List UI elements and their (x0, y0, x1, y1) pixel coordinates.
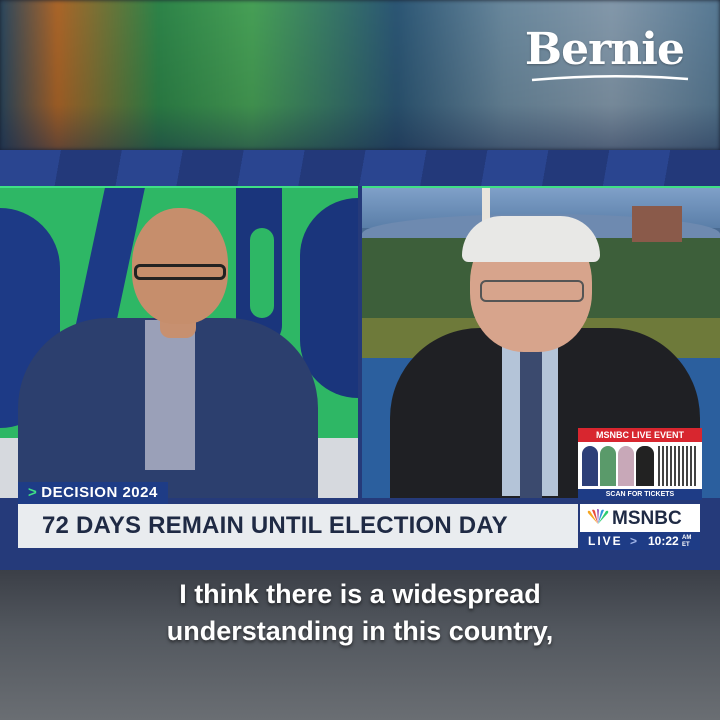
live-strip: LIVE > 10:22 AM ET (580, 532, 700, 550)
bernie-logo-swoosh (531, 74, 689, 82)
msnbc-logo: MSNBC (612, 508, 682, 529)
caption-line-1: I think there is a widespread (179, 579, 541, 609)
live-timezone: AM ET (682, 535, 692, 548)
ad-person-1 (582, 446, 598, 486)
live-time: 10:22 (648, 534, 679, 548)
qr-code-icon[interactable] (658, 446, 698, 486)
subtitle-caption: I think there is a widespread understand… (0, 576, 720, 650)
left-video-panel (0, 186, 358, 498)
broadcast-frame: MSNBC LIVE EVENT SCAN FOR TICKETS > DECIS… (0, 150, 720, 570)
caption-line-2: understanding in this country, (166, 616, 554, 646)
bernie-logo: Bernie (524, 24, 685, 75)
chevron-right-icon: > (28, 484, 38, 501)
live-chevron: > (630, 534, 638, 548)
peacock-logo-icon (587, 509, 609, 524)
ad-person-4 (636, 446, 654, 486)
live-event-footer: SCAN FOR TICKETS (578, 489, 702, 500)
ad-person-3 (618, 446, 634, 486)
frame-stripes (0, 150, 720, 186)
live-event-header: MSNBC LIVE EVENT (578, 428, 702, 442)
decision-tab: > DECISION 2024 (18, 482, 168, 504)
headline-text: 72 DAYS REMAIN UNTIL ELECTION DAY (42, 512, 508, 539)
decision-label: DECISION 2024 (41, 484, 158, 501)
ad-person-2 (600, 446, 616, 486)
live-label: LIVE (588, 534, 623, 548)
